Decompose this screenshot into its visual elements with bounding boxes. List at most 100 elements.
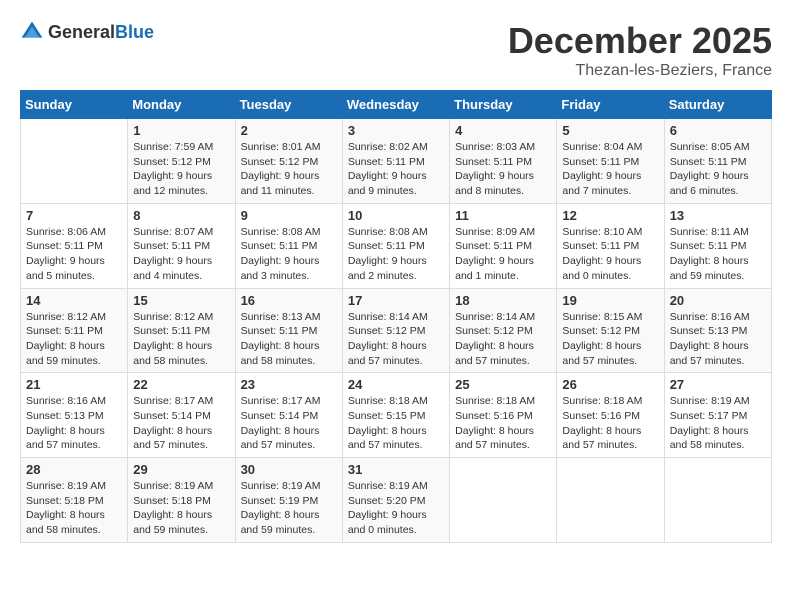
weekday-header-row: SundayMondayTuesdayWednesdayThursdayFrid… xyxy=(21,91,772,119)
day-number: 20 xyxy=(670,293,766,308)
calendar-cell xyxy=(664,458,771,543)
header: GeneralBlue December 2025 Thezan-les-Bez… xyxy=(20,20,772,80)
day-info: Sunrise: 8:19 AM Sunset: 5:17 PM Dayligh… xyxy=(670,394,766,453)
calendar-cell: 15Sunrise: 8:12 AM Sunset: 5:11 PM Dayli… xyxy=(128,288,235,373)
calendar-cell: 9 Sunrise: 8:08 AM Sunset: 5:11 PM Daylig… xyxy=(235,203,342,288)
day-number: 3 xyxy=(348,123,444,138)
calendar-cell: 11Sunrise: 8:09 AM Sunset: 5:11 PM Dayli… xyxy=(450,203,557,288)
day-info: Sunrise: 8:12 AM Sunset: 5:11 PM Dayligh… xyxy=(133,310,229,369)
day-number: 27 xyxy=(670,377,766,392)
weekday-header-sunday: Sunday xyxy=(21,91,128,119)
day-info: Sunrise: 8:19 AM Sunset: 5:20 PM Dayligh… xyxy=(348,479,444,538)
calendar-cell: 18 Sunrise: 8:14 AM Sunset: 5:12 PM Dayli… xyxy=(450,288,557,373)
day-info: Sunrise: 8:16 AM Sunset: 5:13 PM Dayligh… xyxy=(670,310,766,369)
day-info: Sunrise: 8:19 AM Sunset: 5:19 PM Dayligh… xyxy=(241,479,337,538)
day-info: Sunrise: 8:18 AM Sunset: 5:16 PM Dayligh… xyxy=(562,394,658,453)
day-info: Sunrise: 8:17 AM Sunset: 5:14 PM Dayligh… xyxy=(133,394,229,453)
day-number: 1 xyxy=(133,123,229,138)
calendar-cell xyxy=(557,458,664,543)
day-info: Sunrise: 8:19 AM Sunset: 5:18 PM Dayligh… xyxy=(133,479,229,538)
calendar-cell: 30 Sunrise: 8:19 AM Sunset: 5:19 PM Dayli… xyxy=(235,458,342,543)
day-info: Sunrise: 8:03 AM Sunset: 5:11 PM Dayligh… xyxy=(455,140,551,199)
day-info: Sunrise: 8:07 AM Sunset: 5:11 PM Dayligh… xyxy=(133,225,229,284)
calendar-cell xyxy=(21,119,128,204)
calendar-cell: 24Sunrise: 8:18 AM Sunset: 5:15 PM Dayli… xyxy=(342,373,449,458)
day-number: 21 xyxy=(26,377,122,392)
day-number: 19 xyxy=(562,293,658,308)
day-info: Sunrise: 8:19 AM Sunset: 5:18 PM Dayligh… xyxy=(26,479,122,538)
day-info: Sunrise: 8:04 AM Sunset: 5:11 PM Dayligh… xyxy=(562,140,658,199)
weekday-header-friday: Friday xyxy=(557,91,664,119)
calendar-table: SundayMondayTuesdayWednesdayThursdayFrid… xyxy=(20,90,772,543)
calendar-cell: 4 Sunrise: 8:03 AM Sunset: 5:11 PM Daylig… xyxy=(450,119,557,204)
day-number: 22 xyxy=(133,377,229,392)
week-row-2: 14 Sunrise: 8:12 AM Sunset: 5:11 PM Dayli… xyxy=(21,288,772,373)
calendar-cell: 25Sunrise: 8:18 AM Sunset: 5:16 PM Dayli… xyxy=(450,373,557,458)
day-number: 10 xyxy=(348,208,444,223)
calendar-cell: 1 Sunrise: 7:59 AM Sunset: 5:12 PM Daylig… xyxy=(128,119,235,204)
calendar-cell: 19 Sunrise: 8:15 AM Sunset: 5:12 PM Dayli… xyxy=(557,288,664,373)
day-info: Sunrise: 8:17 AM Sunset: 5:14 PM Dayligh… xyxy=(241,394,337,453)
calendar-cell: 21 Sunrise: 8:16 AM Sunset: 5:13 PM Dayli… xyxy=(21,373,128,458)
calendar-cell xyxy=(450,458,557,543)
logo-icon xyxy=(20,20,44,44)
calendar-cell: 3Sunrise: 8:02 AM Sunset: 5:11 PM Daylig… xyxy=(342,119,449,204)
calendar-cell: 10 Sunrise: 8:08 AM Sunset: 5:11 PM Dayli… xyxy=(342,203,449,288)
day-number: 17 xyxy=(348,293,444,308)
day-info: Sunrise: 8:18 AM Sunset: 5:15 PM Dayligh… xyxy=(348,394,444,453)
logo-text-blue: Blue xyxy=(115,22,154,42)
calendar-cell: 2 Sunrise: 8:01 AM Sunset: 5:12 PM Daylig… xyxy=(235,119,342,204)
calendar-cell: 12Sunrise: 8:10 AM Sunset: 5:11 PM Dayli… xyxy=(557,203,664,288)
calendar-cell: 22 Sunrise: 8:17 AM Sunset: 5:14 PM Dayli… xyxy=(128,373,235,458)
logo: GeneralBlue xyxy=(20,20,154,44)
day-info: Sunrise: 8:08 AM Sunset: 5:11 PM Dayligh… xyxy=(348,225,444,284)
day-number: 28 xyxy=(26,462,122,477)
day-info: Sunrise: 8:05 AM Sunset: 5:11 PM Dayligh… xyxy=(670,140,766,199)
day-info: Sunrise: 8:08 AM Sunset: 5:11 PM Dayligh… xyxy=(241,225,337,284)
day-number: 13 xyxy=(670,208,766,223)
day-number: 23 xyxy=(241,377,337,392)
day-number: 11 xyxy=(455,208,551,223)
calendar-cell: 13 Sunrise: 8:11 AM Sunset: 5:11 PM Dayli… xyxy=(664,203,771,288)
calendar-cell: 27 Sunrise: 8:19 AM Sunset: 5:17 PM Dayli… xyxy=(664,373,771,458)
calendar-cell: 6 Sunrise: 8:05 AM Sunset: 5:11 PM Daylig… xyxy=(664,119,771,204)
calendar-cell: 23 Sunrise: 8:17 AM Sunset: 5:14 PM Dayli… xyxy=(235,373,342,458)
logo-text-general: General xyxy=(48,22,115,42)
day-number: 30 xyxy=(241,462,337,477)
title-area: December 2025 Thezan-les-Beziers, France xyxy=(508,20,772,80)
day-number: 7 xyxy=(26,208,122,223)
location-title: Thezan-les-Beziers, France xyxy=(508,62,772,80)
calendar-cell: 26 Sunrise: 8:18 AM Sunset: 5:16 PM Dayli… xyxy=(557,373,664,458)
calendar-cell: 7 Sunrise: 8:06 AM Sunset: 5:11 PM Daylig… xyxy=(21,203,128,288)
day-number: 2 xyxy=(241,123,337,138)
calendar-cell: 5Sunrise: 8:04 AM Sunset: 5:11 PM Daylig… xyxy=(557,119,664,204)
calendar-cell: 8 Sunrise: 8:07 AM Sunset: 5:11 PM Daylig… xyxy=(128,203,235,288)
day-number: 6 xyxy=(670,123,766,138)
month-title: December 2025 xyxy=(508,20,772,62)
day-number: 4 xyxy=(455,123,551,138)
day-info: Sunrise: 8:16 AM Sunset: 5:13 PM Dayligh… xyxy=(26,394,122,453)
day-number: 14 xyxy=(26,293,122,308)
week-row-0: 1 Sunrise: 7:59 AM Sunset: 5:12 PM Daylig… xyxy=(21,119,772,204)
day-info: Sunrise: 8:06 AM Sunset: 5:11 PM Dayligh… xyxy=(26,225,122,284)
day-info: Sunrise: 8:10 AM Sunset: 5:11 PM Dayligh… xyxy=(562,225,658,284)
week-row-4: 28 Sunrise: 8:19 AM Sunset: 5:18 PM Dayli… xyxy=(21,458,772,543)
calendar-cell: 29 Sunrise: 8:19 AM Sunset: 5:18 PM Dayli… xyxy=(128,458,235,543)
day-number: 18 xyxy=(455,293,551,308)
day-info: Sunrise: 8:12 AM Sunset: 5:11 PM Dayligh… xyxy=(26,310,122,369)
day-info: Sunrise: 8:15 AM Sunset: 5:12 PM Dayligh… xyxy=(562,310,658,369)
day-number: 29 xyxy=(133,462,229,477)
day-info: Sunrise: 8:11 AM Sunset: 5:11 PM Dayligh… xyxy=(670,225,766,284)
day-number: 31 xyxy=(348,462,444,477)
day-number: 9 xyxy=(241,208,337,223)
day-info: Sunrise: 8:01 AM Sunset: 5:12 PM Dayligh… xyxy=(241,140,337,199)
weekday-header-wednesday: Wednesday xyxy=(342,91,449,119)
day-info: Sunrise: 7:59 AM Sunset: 5:12 PM Dayligh… xyxy=(133,140,229,199)
weekday-header-saturday: Saturday xyxy=(664,91,771,119)
day-info: Sunrise: 8:14 AM Sunset: 5:12 PM Dayligh… xyxy=(455,310,551,369)
week-row-3: 21 Sunrise: 8:16 AM Sunset: 5:13 PM Dayli… xyxy=(21,373,772,458)
day-number: 26 xyxy=(562,377,658,392)
calendar-cell: 28 Sunrise: 8:19 AM Sunset: 5:18 PM Dayli… xyxy=(21,458,128,543)
day-info: Sunrise: 8:13 AM Sunset: 5:11 PM Dayligh… xyxy=(241,310,337,369)
day-number: 8 xyxy=(133,208,229,223)
